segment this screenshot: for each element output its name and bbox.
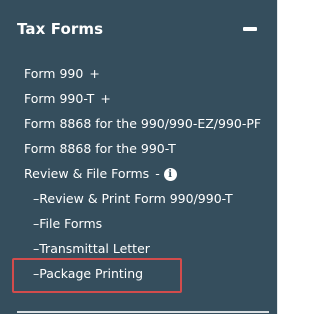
menu-item-label: Form 990-T bbox=[24, 91, 95, 106]
divider bbox=[17, 311, 269, 313]
tax-forms-panel: Tax Forms Form 990 + Form 990-T + Form 886… bbox=[0, 0, 277, 314]
menu-item-form-8868-990-t[interactable]: Form 8868 for the 990-T bbox=[24, 141, 176, 157]
collapse-button[interactable] bbox=[241, 19, 259, 37]
submenu-item-label: –Review & Print Form 990/990-T bbox=[33, 191, 233, 206]
menu-item-form-8868-990[interactable]: Form 8868 for the 990/990-EZ/990-PF bbox=[24, 116, 261, 132]
panel-title: Tax Forms bbox=[17, 20, 104, 38]
highlight-box bbox=[12, 258, 182, 293]
submenu-item-review-print[interactable]: –Review & Print Form 990/990-T bbox=[33, 191, 233, 207]
submenu-item-label: –Transmittal Letter bbox=[33, 241, 150, 256]
menu-item-form-990-t[interactable]: Form 990-T + bbox=[24, 91, 111, 107]
menu-item-label: Form 8868 for the 990-T bbox=[24, 141, 176, 156]
menu-item-label: Review & File Forms bbox=[24, 166, 150, 181]
expand-indicator: + bbox=[89, 66, 100, 81]
info-icon[interactable]: i bbox=[163, 168, 177, 181]
minus-icon bbox=[243, 27, 257, 31]
submenu-item-label: –File Forms bbox=[33, 216, 103, 231]
menu-item-review-file-forms[interactable]: Review & File Forms - i bbox=[24, 166, 177, 182]
panel-header: Tax Forms bbox=[17, 16, 265, 42]
menu-item-label: Form 8868 for the 990/990-EZ/990-PF bbox=[24, 116, 262, 131]
menu-item-form-990[interactable]: Form 990 + bbox=[24, 66, 100, 82]
submenu-item-transmittal-letter[interactable]: –Transmittal Letter bbox=[33, 241, 150, 257]
collapse-indicator: - bbox=[155, 166, 160, 181]
expand-indicator: + bbox=[100, 91, 111, 106]
submenu-item-file-forms[interactable]: –File Forms bbox=[33, 216, 102, 232]
menu-item-label: Form 990 bbox=[24, 66, 84, 81]
right-gutter bbox=[277, 0, 293, 314]
divider bbox=[277, 0, 278, 314]
